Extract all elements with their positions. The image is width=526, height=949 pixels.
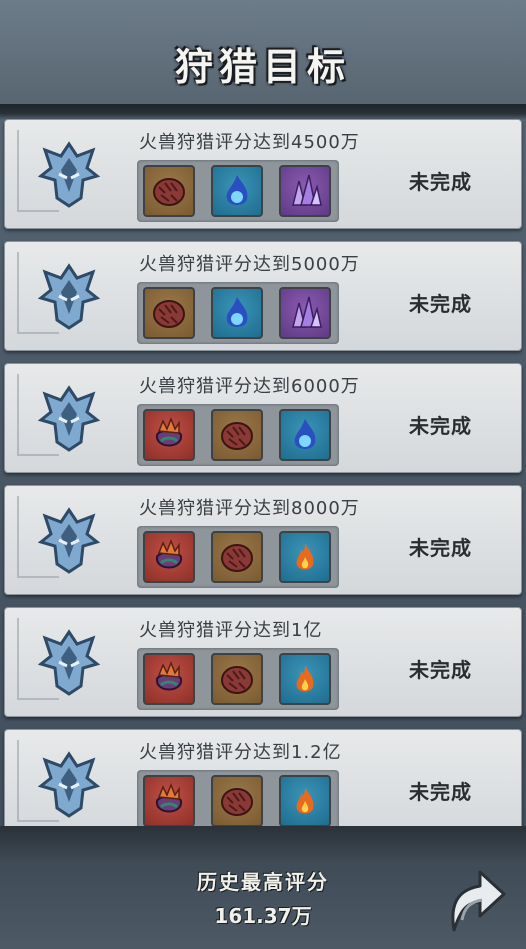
meat-icon	[153, 178, 185, 206]
beast-emblem-icon	[37, 141, 101, 208]
reward-slot[interactable]	[279, 287, 331, 339]
treasure-bag-icon	[156, 538, 182, 569]
back-button[interactable]	[440, 856, 510, 934]
treasure-bag-icon	[156, 782, 182, 813]
beast-emblem-icon	[37, 751, 101, 818]
reward-slot[interactable]	[279, 653, 331, 705]
blue-flame-icon	[226, 297, 248, 327]
fire-icon	[296, 787, 314, 814]
meat-icon	[221, 788, 253, 816]
goal-card: 火兽狩猎评分达到5000万 未完成	[4, 241, 522, 351]
reward-slot[interactable]	[143, 531, 195, 583]
blue-flame-icon	[294, 419, 316, 449]
reward-slot[interactable]	[143, 165, 195, 217]
fire-icon	[296, 543, 314, 570]
reward-slot[interactable]	[279, 409, 331, 461]
meat-icon	[221, 544, 253, 572]
reward-slot[interactable]	[143, 775, 195, 827]
reward-slot[interactable]	[279, 775, 331, 827]
reward-slot[interactable]	[211, 409, 263, 461]
reward-slot[interactable]	[279, 165, 331, 217]
status-text: 未完成	[409, 292, 472, 316]
goal-label: 火兽狩猎评分达到8000万	[139, 498, 360, 519]
reward-slots	[137, 648, 339, 710]
goal-card: 火兽狩猎评分达到1亿 未完成	[4, 607, 522, 717]
beast-emblem-icon	[37, 385, 101, 452]
reward-slots	[137, 160, 339, 222]
goal-card: 火兽狩猎评分达到4500万 未完成	[4, 119, 522, 229]
status-text: 未完成	[409, 536, 472, 560]
blue-flame-icon	[226, 175, 248, 205]
beast-emblem-icon	[37, 263, 101, 330]
return-arrow-icon	[451, 870, 506, 932]
reward-slots	[137, 282, 339, 344]
page-title: 狩猎目标	[174, 45, 351, 89]
status-text: 未完成	[409, 170, 472, 194]
reward-slot[interactable]	[143, 653, 195, 705]
treasure-bag-icon	[156, 660, 182, 691]
reward-slot[interactable]	[211, 165, 263, 217]
meat-icon	[221, 666, 253, 694]
reward-slot[interactable]	[211, 775, 263, 827]
goal-card: 火兽狩猎评分达到8000万 未完成	[4, 485, 522, 595]
reward-slot[interactable]	[211, 653, 263, 705]
reward-slot[interactable]	[279, 531, 331, 583]
fire-icon	[296, 665, 314, 692]
reward-slot[interactable]	[143, 409, 195, 461]
status-text: 未完成	[409, 780, 472, 804]
treasure-bag-icon	[156, 416, 182, 447]
goal-label: 火兽狩猎评分达到4500万	[139, 132, 360, 153]
goal-label: 火兽狩猎评分达到1亿	[139, 620, 323, 641]
header-divider	[0, 104, 526, 120]
crystal-icon	[292, 296, 322, 328]
reward-slots	[137, 526, 339, 588]
meat-icon	[153, 300, 185, 328]
status-text: 未完成	[409, 414, 472, 438]
reward-slot[interactable]	[143, 287, 195, 339]
status-text: 未完成	[409, 658, 472, 682]
crystal-icon	[292, 174, 322, 206]
goal-label: 火兽狩猎评分达到1.2亿	[139, 742, 342, 763]
goal-label: 火兽狩猎评分达到5000万	[139, 254, 360, 275]
beast-emblem-icon	[37, 507, 101, 574]
goal-card: 火兽狩猎评分达到1.2亿 未完成	[4, 729, 522, 839]
reward-slots	[137, 770, 339, 832]
reward-slot[interactable]	[211, 287, 263, 339]
beast-emblem-icon	[37, 629, 101, 696]
goal-label: 火兽狩猎评分达到6000万	[139, 376, 360, 397]
meat-icon	[221, 422, 253, 450]
goal-card: 火兽狩猎评分达到6000万 未完成	[4, 363, 522, 473]
reward-slot[interactable]	[211, 531, 263, 583]
reward-slots	[137, 404, 339, 466]
